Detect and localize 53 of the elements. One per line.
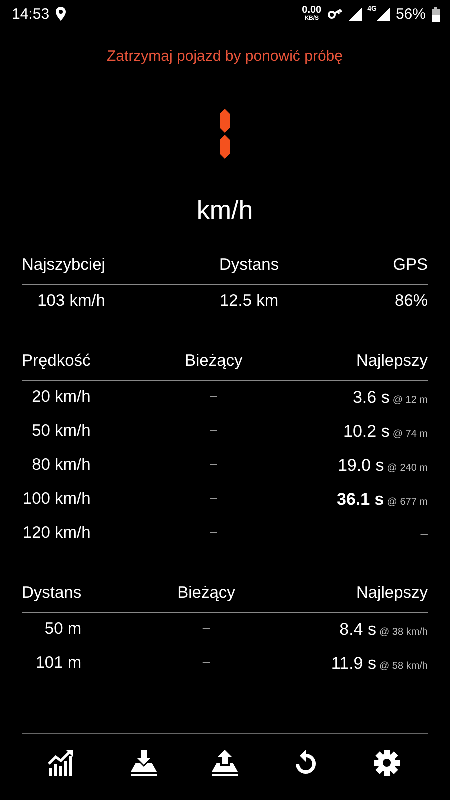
table-cell-text: – — [209, 523, 218, 541]
clock-text: 14:53 — [12, 6, 50, 22]
speed-unit: km/h — [196, 195, 254, 226]
column-header: GPS — [393, 248, 428, 285]
table-cell-text: – — [209, 489, 218, 507]
best-time: 19.0 s — [338, 456, 384, 475]
download-button[interactable] — [128, 748, 159, 778]
location-pin-icon — [56, 7, 66, 21]
table-cell-text: 103 km/h — [36, 291, 106, 312]
table-cell-text: – — [209, 387, 218, 405]
network-speed-text: 0.00 — [302, 6, 322, 16]
column-header: Dystans — [105, 248, 394, 285]
key-icon — [328, 9, 343, 19]
best-time: 36.1 s — [337, 490, 384, 509]
battery-icon — [432, 6, 440, 22]
settings-button[interactable] — [372, 748, 402, 778]
column-header: Najlepszy — [337, 344, 428, 381]
best-detail: @ 240 m — [387, 463, 428, 474]
signal-icon — [376, 8, 390, 20]
best-detail: @ 74 m — [392, 429, 428, 440]
column-header: Bieżący — [82, 576, 332, 613]
table-cell-text: 86% — [394, 291, 428, 312]
table-cell-text: 100 km/h — [22, 489, 91, 510]
best-detail: @ 677 m — [387, 497, 428, 508]
table-cell-text: 20 km/h — [31, 387, 91, 408]
table-cell-text: – — [209, 421, 218, 439]
column-header: Dystans — [22, 576, 82, 613]
best-time: 10.2 s — [344, 422, 390, 441]
empty-result: – — [420, 526, 428, 541]
column-header: Najszybciej — [22, 248, 106, 285]
best-time: 11.9 s — [331, 654, 376, 673]
table-cell-text: 12.5 km — [218, 291, 280, 312]
table-cell-text: 50 km/h — [31, 421, 91, 442]
table-cell-text: 80 km/h — [31, 455, 91, 476]
upload-button[interactable] — [210, 748, 240, 778]
best-time: 3.6 s — [352, 388, 390, 407]
signal-icon — [348, 8, 362, 20]
table-cell-text: – — [202, 653, 212, 671]
warning-message: Zatrzymaj pojazd by ponowić próbę — [106, 48, 344, 65]
best-detail: @ 12 m — [392, 395, 428, 406]
column-header: Prędkość — [22, 344, 91, 381]
best-detail: @ 58 km/h — [379, 661, 428, 672]
table-cell-text: 101 m — [34, 653, 82, 674]
best-detail: @ 38 km/h — [379, 627, 428, 638]
table-cell-text: 120 km/h — [22, 523, 91, 544]
table-cell-text: – — [202, 619, 212, 637]
battery-percent: 56% — [396, 6, 426, 22]
column-header: Najlepszy — [331, 576, 428, 613]
table-cell-text: – — [209, 455, 218, 473]
best-time: 8.4 s — [340, 620, 376, 639]
table-cell-text: 50 m — [44, 619, 82, 640]
column-header: Bieżący — [90, 344, 337, 381]
speed-digit-drawing — [220, 109, 230, 159]
